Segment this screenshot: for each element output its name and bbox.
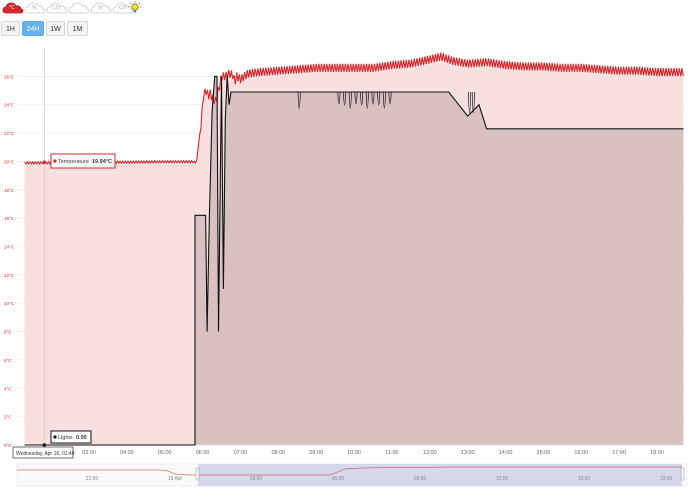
- y-tick-label: 4°C: [4, 386, 12, 391]
- tooltip-lights-name: Lights: [58, 435, 73, 441]
- tooltip-lights-value: 0.00: [76, 435, 87, 441]
- x-tick-label: 12:00: [423, 450, 437, 456]
- chart[interactable]: 0°C 2°C 4°C 6°C 8°C 10°C 12°C 14°C 16°C 18°C 20°C 2…: [0, 0, 690, 489]
- x-tick-label: 07:00: [234, 450, 248, 456]
- navigator-tick-label: 03:00: [250, 476, 263, 482]
- x-tick-label: 09:00: [309, 450, 323, 456]
- series-layer: [24, 52, 684, 446]
- temperature-tooltip: Temperature 19.94°C: [50, 153, 116, 169]
- x-tick-label: 03:00: [82, 450, 96, 456]
- navigator-tick-label: 06:00: [332, 476, 345, 482]
- y-tick-label: 24°C: [4, 103, 15, 108]
- y-tick-label: 20°C: [4, 159, 15, 164]
- tooltip-temp-marker: [53, 159, 57, 163]
- x-tick-label: 04:00: [120, 450, 134, 456]
- y-tick-label: 18°C: [4, 188, 15, 193]
- y-tick-label: 22°C: [4, 131, 15, 136]
- tooltip-temp-value: 19.94°C: [92, 159, 112, 165]
- tooltip-lights-marker: [53, 435, 57, 439]
- navigator-tick-label: 15:00: [578, 476, 591, 482]
- y-tick-label: 12°C: [4, 273, 15, 278]
- x-tick-label: 10:00: [347, 450, 361, 456]
- x-axis: 03:00 04:00 05:00 06:00 07:00 08:00 09:00 10:00…: [82, 450, 664, 456]
- navigator-tick-label: 12:00: [496, 476, 509, 482]
- tooltip-temp-name: Temperature: [58, 159, 89, 165]
- x-tick-label: 15:00: [537, 450, 551, 456]
- crosshair-label: Wednesday, Apr 16, 01:49: [12, 446, 75, 459]
- navigator-left-handle[interactable]: [195, 467, 200, 481]
- lights-tooltip: Lights 0.00: [50, 430, 92, 444]
- y-axis: 0°C 2°C 4°C 6°C 8°C 10°C 12°C 14°C 16°C 18°C 20°C 2…: [4, 74, 15, 448]
- y-tick-label: 14°C: [4, 245, 15, 250]
- temperature-point: [42, 160, 47, 165]
- y-tick-label: 0°C: [4, 443, 12, 448]
- crosshair-label-text: Wednesday, Apr 16, 01:49: [16, 451, 75, 457]
- y-tick-label: 6°C: [4, 358, 12, 363]
- navigator-right-handle[interactable]: [680, 467, 685, 481]
- x-tick-label: 06:00: [196, 450, 210, 456]
- y-tick-label: 26°C: [4, 74, 15, 79]
- x-tick-label: 17:00: [612, 450, 626, 456]
- y-tick-label: 8°C: [4, 330, 12, 335]
- navigator[interactable]: 21:00 15 Apr 03:00 06:00 09:00 12:00 15:00 18:0…: [16, 463, 688, 487]
- x-tick-label: 11:00: [385, 450, 398, 456]
- y-tick-label: 10°C: [4, 301, 15, 306]
- navigator-tick-label: 21:00: [86, 476, 99, 482]
- x-tick-label: 13:00: [461, 450, 475, 456]
- navigator-tick-label: 09:00: [414, 476, 427, 482]
- x-tick-label: 08:00: [271, 450, 285, 456]
- y-tick-label: 2°C: [4, 415, 12, 420]
- x-tick-label: 16:00: [574, 450, 588, 456]
- x-tick-label: 18:00: [650, 450, 664, 456]
- navigator-tick-label: 18:00: [660, 476, 673, 482]
- y-tick-label: 16°C: [4, 216, 15, 221]
- lights-point: [42, 443, 47, 447]
- navigator-tick-label: 15 Apr: [168, 476, 183, 482]
- x-tick-label: 14:00: [499, 450, 513, 456]
- x-tick-label: 05:00: [158, 450, 172, 456]
